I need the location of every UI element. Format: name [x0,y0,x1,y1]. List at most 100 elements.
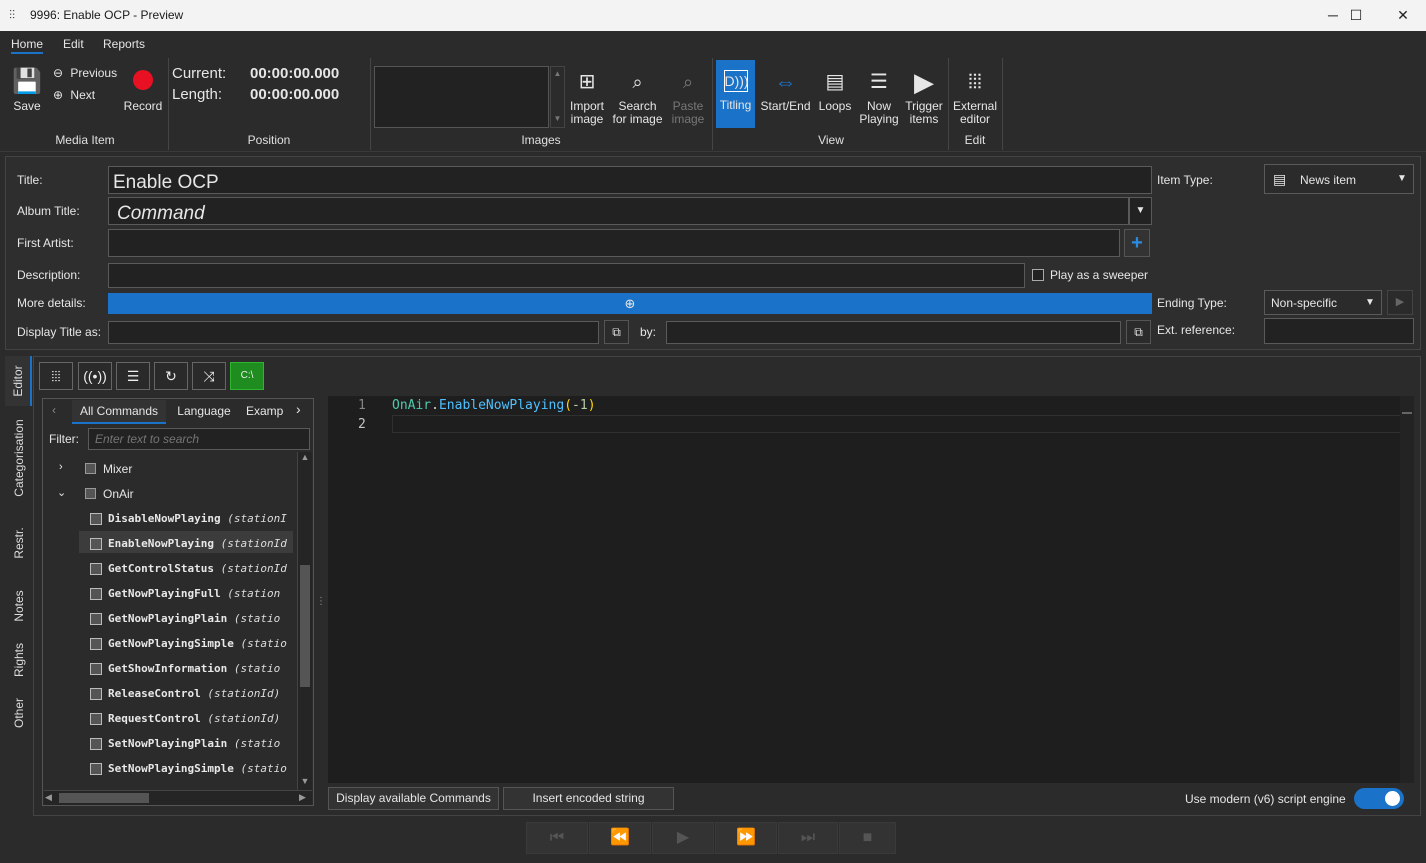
more-details-expander[interactable]: ⊕ [108,293,1152,314]
filter-input[interactable] [88,428,310,450]
script-button[interactable]: C:\ [230,362,264,390]
scrollbar-thumb[interactable] [300,565,310,687]
menu-home[interactable]: Home [11,37,43,51]
rewind-button[interactable]: ⏪ [589,822,651,854]
audio-insert-button[interactable]: ⦙⦙⦙ [39,362,73,390]
command-row[interactable]: ReleaseControl (stationId) [88,687,292,703]
command-item[interactable]: GetControlStatus (stationId [90,562,292,575]
import-image-button[interactable]: ⊞ Import image [567,68,607,126]
paste-image-button[interactable]: ⌕ Paste image [668,68,708,126]
code-editor[interactable] [328,396,1414,783]
album-dropdown-button[interactable]: ▼ [1129,197,1152,225]
menu-edit[interactable]: Edit [63,37,84,51]
command-item[interactable]: GetShowInformation (statio [90,662,292,675]
tab-language[interactable]: Language [172,400,236,424]
scroll-right-icon[interactable]: ▶ [299,792,306,803]
now-playing-button[interactable]: ☰ Now Playing [857,68,901,126]
command-item[interactable]: RequestControl (stationId) [90,712,292,725]
command-item[interactable]: SetNowPlayingPlain (statio [90,737,292,750]
splitter-grip[interactable]: ⋮ [316,596,326,607]
command-row[interactable]: GetNowPlayingSimple (statio [88,637,292,653]
item-type-select[interactable]: ▤ News item ▼ [1264,164,1414,194]
command-row[interactable]: GetNowPlayingPlain (statio [88,612,292,628]
play-ending-button[interactable]: ▶ [1387,290,1413,315]
command-item[interactable]: GetNowPlayingPlain (statio [90,612,292,625]
tree-group-onair[interactable]: OnAir [103,487,134,501]
ending-type-select[interactable]: Non-specific ▼ [1264,290,1382,315]
tab-notes[interactable]: Notes [5,580,32,632]
external-editor-button[interactable]: ⦙⦙⦙ External editor [952,68,998,126]
scrollbar-thumb[interactable] [59,793,149,803]
tab-restrictions[interactable]: Restr. [5,510,32,575]
titling-button[interactable]: D))) Titling [716,60,755,128]
record-button[interactable]: Record [122,70,164,113]
copy-title-button[interactable]: ⧉ [604,320,629,344]
first-artist-field[interactable] [108,229,1120,257]
broadcast-button[interactable]: ((•)) [78,362,112,390]
list-button[interactable]: ☰ [116,362,150,390]
menu-reports[interactable]: Reports [103,37,145,51]
copy-artist-button[interactable]: ⧉ [1126,320,1151,344]
skip-start-button[interactable]: ⏮ [526,822,588,854]
sweeper-checkbox[interactable] [1032,269,1044,281]
ext-reference-field[interactable] [1264,318,1414,344]
engine-toggle[interactable] [1354,788,1404,809]
display-commands-button[interactable]: Display available Commands [328,787,499,810]
fast-forward-button[interactable]: ⏩ [715,822,777,854]
command-item[interactable]: SetNowPlayingSimple (statio [90,762,292,775]
tab-editor[interactable]: Editor [5,356,32,406]
command-row[interactable]: DisableNowPlaying (stationI [88,512,292,528]
skip-end-button[interactable]: ⏭ [778,822,838,854]
tab-rights[interactable]: Rights [5,635,32,685]
chevron-down-icon[interactable]: ⌄ [57,486,66,499]
add-artist-button[interactable]: + [1124,229,1150,257]
search-image-button[interactable]: ⌕ Search for image [610,68,665,126]
previous-button[interactable]: ⊖ Previous [53,66,117,80]
scroll-up-icon[interactable]: ▲ [299,452,311,466]
next-button[interactable]: ⊕ Next [53,88,95,102]
command-row[interactable]: GetControlStatus (stationId [88,562,292,578]
scroll-left-icon[interactable]: ◀ [45,792,52,803]
command-row[interactable]: EnableNowPlaying (stationId [88,537,292,553]
tabs-right-icon[interactable]: › [296,401,301,417]
loops-button[interactable]: ▤ Loops [815,68,855,113]
tab-categorisation[interactable]: Categorisation [5,410,32,505]
display-artist-field[interactable] [666,321,1121,344]
command-row[interactable]: GetNowPlayingFull (station [88,587,292,603]
tabs-left-icon[interactable]: ‹ [52,403,56,417]
editor-scrollbar[interactable] [1400,396,1414,783]
tab-all-commands[interactable]: All Commands [72,400,166,424]
start-end-button[interactable]: ⇔ Start/End [758,68,813,113]
image-scrollbar[interactable]: ▲ ▼ [550,66,565,128]
insert-encoded-button[interactable]: Insert encoded string [503,787,674,810]
play-button[interactable]: ▶ [652,822,714,854]
command-item[interactable]: DisableNowPlaying (stationI [90,512,292,525]
chevron-right-icon[interactable]: › [59,461,63,473]
command-item[interactable]: GetNowPlayingSimple (statio [90,637,292,650]
command-row[interactable]: SetNowPlayingPlain (statio [88,737,292,753]
display-title-field[interactable] [108,321,599,344]
command-item[interactable]: ReleaseControl (stationId) [90,687,292,700]
tree-group-mixer[interactable]: Mixer [103,462,132,476]
save-button[interactable]: 💾 Save [11,68,43,113]
command-row[interactable]: RequestControl (stationId) [88,712,292,728]
title-field[interactable]: Enable OCP [108,166,1152,194]
scroll-down-icon[interactable]: ▼ [299,776,311,790]
tab-other[interactable]: Other [5,690,32,735]
command-row[interactable]: SetNowPlayingSimple (statio [88,762,292,778]
command-item[interactable]: GetNowPlayingFull (station [90,587,292,600]
item-type-label: Item Type: [1157,173,1213,187]
command-row[interactable]: GetShowInformation (statio [88,662,292,678]
command-item[interactable]: EnableNowPlaying (stationId [90,537,292,550]
trigger-items-button[interactable]: ▶ Trigger items [903,68,945,126]
album-title-field[interactable]: Command [108,197,1129,225]
description-field[interactable] [108,263,1025,288]
vertical-scrollbar[interactable]: ▲ ▼ [297,452,312,790]
stop-button[interactable]: ■ [839,822,896,854]
shuffle-button[interactable]: ⤨ [192,362,226,390]
horizontal-scrollbar[interactable]: ◀ ▶ [44,790,312,805]
tab-examples[interactable]: Examp [246,400,290,424]
maximize-button[interactable]: ☐ [1333,0,1379,31]
refresh-button[interactable]: ↻ [154,362,188,390]
close-button[interactable]: ✕ [1380,0,1426,31]
